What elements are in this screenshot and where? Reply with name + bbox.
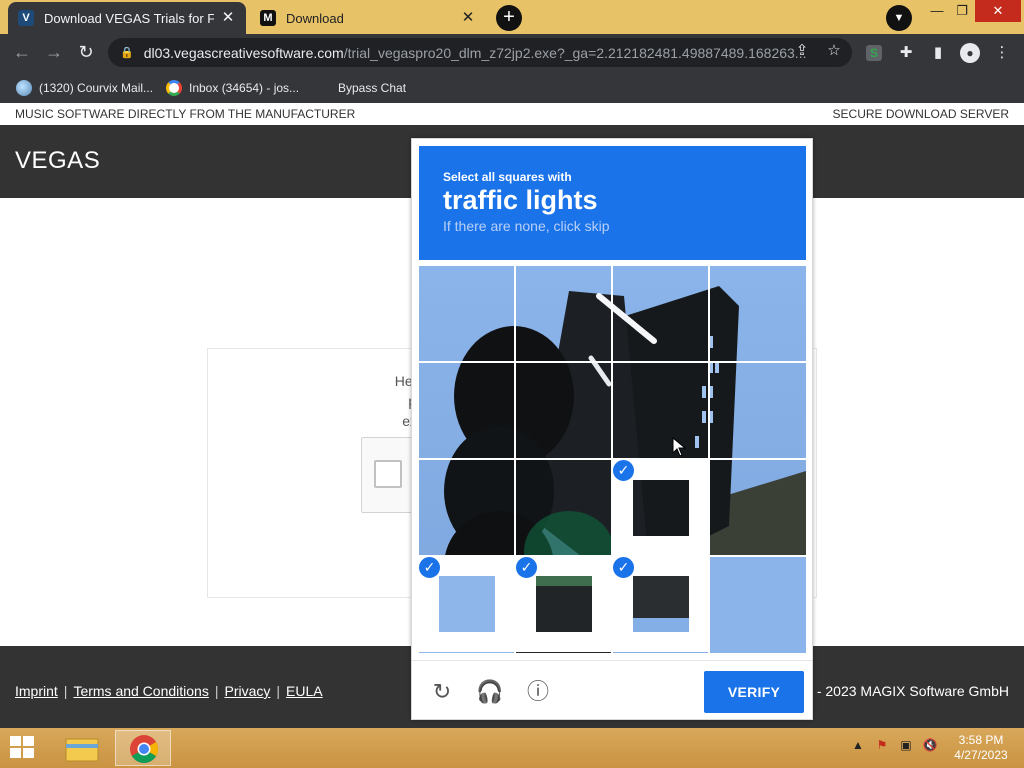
captcha-tile[interactable] [710,460,805,555]
captcha-tile[interactable] [613,266,708,361]
medium-favicon-icon: M [260,10,276,26]
footer-links: Imprint | Terms and Conditions | Privacy | EUL… [15,683,323,699]
google-icon [166,80,182,96]
browser-toolbar: ← → ↻ 🔒 dl03.vegascreativesoftware.com /… [0,34,1024,71]
more-menu-icon[interactable]: ⋮ [992,43,1012,63]
terms-link[interactable]: Terms and Conditions [73,683,208,699]
captcha-tile[interactable] [710,363,805,458]
profile-avatar-icon[interactable]: ● [960,43,980,63]
captcha-tile-selected[interactable]: ✓ [611,555,708,652]
checkmark-icon: ✓ [611,555,636,580]
topbar-tagline: MUSIC SOFTWARE DIRECTLY FROM THE MANUFAC… [15,107,356,121]
address-bar[interactable]: 🔒 dl03.vegascreativesoftware.com /trial_… [108,38,852,67]
verify-button[interactable]: VERIFY [704,671,804,713]
bookmark-courvix-mail[interactable]: (1320) Courvix Mail... [16,77,153,99]
captcha-tile[interactable] [710,266,805,361]
reload-icon[interactable]: ↻ [428,678,456,706]
topbar-secure-server: SECURE DOWNLOAD SERVER [832,107,1009,121]
captcha-tile-selected[interactable]: ✓ [417,555,514,652]
copyright-text: 3 - 2023 MAGIX Software GmbH [805,683,1009,699]
extension-s-icon[interactable]: S [866,45,882,61]
imprint-link[interactable]: Imprint [15,683,58,699]
captcha-tile-selected[interactable]: ✓ [611,458,708,555]
captcha-hint: If there are none, click skip [443,218,610,234]
close-tab-icon[interactable]: ✕ [460,10,476,26]
captcha-tile[interactable] [516,266,611,361]
url-path: /trial_vegaspro20_dlm_z72jp2.exe?_ga=2.2… [343,44,807,61]
tab-title: Download [286,10,344,26]
bookmark-label: Bypass Chat [338,81,407,95]
captcha-checkbox[interactable] [374,460,402,488]
checkmark-icon: ✓ [611,458,636,483]
captcha-tile[interactable] [419,363,514,458]
action-center-flag-icon[interactable]: ⚑ [874,738,890,756]
back-arrow-icon[interactable]: ← [10,41,34,65]
captcha-challenge: Select all squares with traffic lights I… [411,138,813,720]
captcha-tile[interactable] [710,557,805,652]
forward-arrow-icon[interactable]: → [42,41,66,65]
reload-page-icon[interactable]: ↻ [74,41,98,65]
mail-icon [16,80,32,96]
windows-start-icon[interactable] [10,736,36,760]
captcha-header: Select all squares with traffic lights I… [419,146,806,260]
side-panel-icon[interactable]: ▮ [928,43,948,63]
tab-search-chevron-icon[interactable]: ▼ [886,5,912,31]
info-icon[interactable]: ⓘ [524,678,552,706]
bookmark-star-icon[interactable]: ☆ [824,41,844,61]
captcha-instruction: Select all squares with [443,170,572,184]
share-icon[interactable]: ⇪ [792,41,812,61]
captcha-tile[interactable] [516,460,611,555]
window-close-button[interactable]: ✕ [975,0,1021,22]
vegas-logo[interactable]: VEGAS [15,147,100,175]
eula-link[interactable]: EULA [286,683,323,699]
checkmark-icon: ✓ [514,555,539,580]
taskbar-clock[interactable]: 3:58 PM 4/27/2023 [950,733,1012,763]
volume-muted-icon[interactable]: 🔇 [922,738,938,756]
close-tab-icon[interactable]: ✕ [220,10,236,26]
bookmark-label: (1320) Courvix Mail... [39,81,154,95]
captcha-tile[interactable] [419,460,514,555]
restore-button[interactable]: ❐ [947,0,977,22]
captcha-image-grid: ✓ ✓ ✓ ✓ [417,266,806,653]
bookmark-label: Inbox (34654) - jos... [189,81,300,95]
tab-title: Download VEGAS Trials for Free | [44,10,214,26]
file-explorer-icon[interactable] [54,730,110,766]
tray-overflow-icon[interactable]: ▲ [850,738,866,756]
captcha-tile-selected[interactable]: ✓ [514,555,611,652]
bookmark-bypass-chat[interactable]: Bypass Chat [338,77,406,99]
tab-download[interactable]: M Download ✕ [250,2,486,34]
footer-separator: | [63,683,68,699]
lock-icon: 🔒 [120,47,134,59]
footer-separator: | [276,683,281,699]
tab-vegas-download[interactable]: V Download VEGAS Trials for Free | ✕ [8,2,246,34]
site-topbar: MUSIC SOFTWARE DIRECTLY FROM THE MANUFAC… [0,103,1024,125]
captcha-footer: ↻ 🎧 ⓘ VERIFY [412,660,812,720]
captcha-target: traffic lights [443,185,598,215]
network-icon[interactable]: ▣ [898,738,914,756]
chrome-icon[interactable] [115,730,171,766]
clock-time: 3:58 PM [958,733,1004,747]
clock-date: 4/27/2023 [954,748,1008,762]
bookmarks-bar: (1320) Courvix Mail... Inbox (34654) - j… [0,71,1024,103]
checkmark-icon: ✓ [417,555,442,580]
windows-taskbar: ▲ ⚑ ▣ 🔇 3:58 PM 4/27/2023 [0,728,1024,768]
privacy-link[interactable]: Privacy [224,683,270,699]
extensions-puzzle-icon[interactable]: ✚ [896,43,916,63]
vegas-favicon-icon: V [18,10,34,26]
url-host: dl03.vegascreativesoftware.com [143,44,344,61]
audio-icon[interactable]: 🎧 [476,678,504,706]
captcha-tile[interactable] [516,363,611,458]
captcha-tile[interactable] [613,363,708,458]
footer-separator: | [214,683,219,699]
bookmark-gmail-inbox[interactable]: Inbox (34654) - jos... [166,77,299,99]
new-tab-button[interactable]: + [496,5,522,31]
tab-strip: V Download VEGAS Trials for Free | ✕ M D… [0,0,1024,34]
captcha-tile[interactable] [419,266,514,361]
mouse-cursor [672,436,687,457]
